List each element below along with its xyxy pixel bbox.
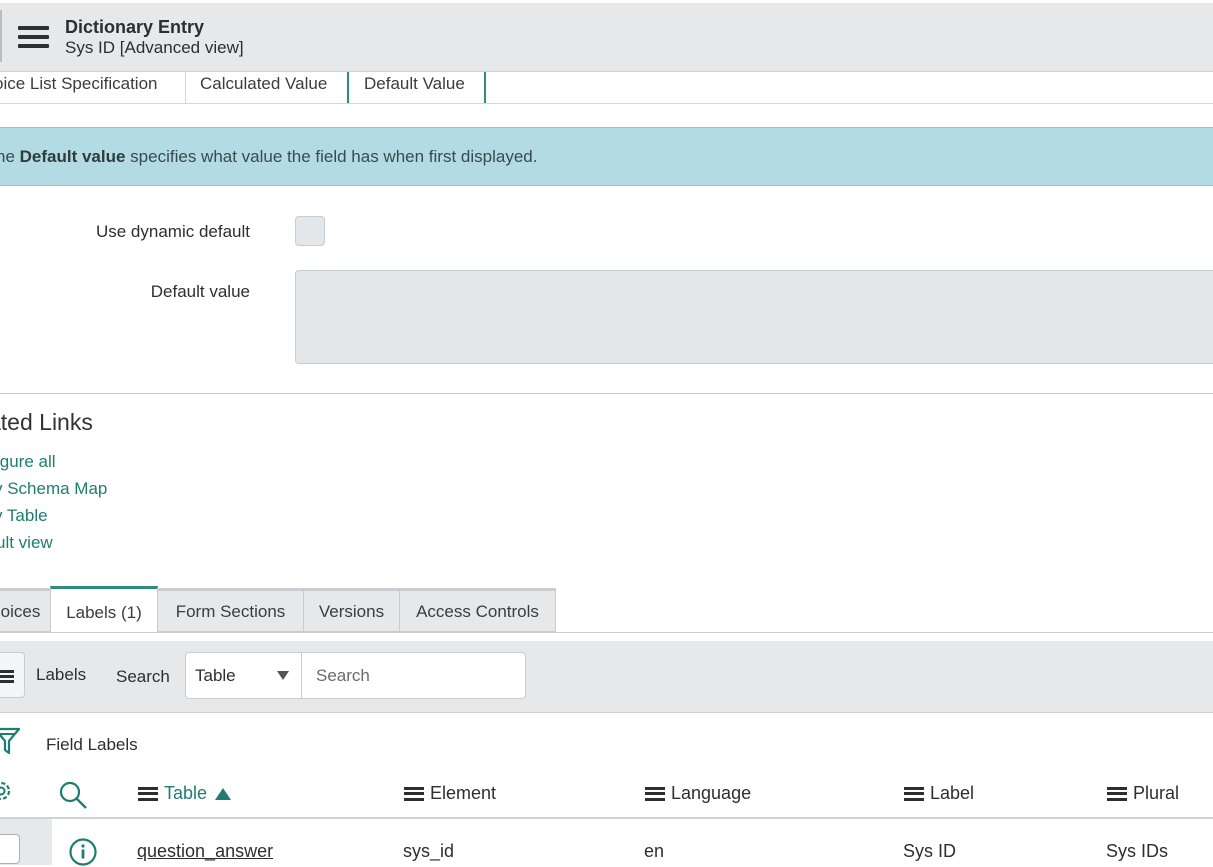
- info-icon[interactable]: [68, 837, 98, 867]
- cell-label: Sys ID: [903, 841, 957, 861]
- search-field-select[interactable]: Table: [185, 652, 302, 699]
- form-title: Dictionary Entry: [65, 17, 205, 37]
- search-icon[interactable]: [58, 780, 88, 810]
- related-links-title: ated Links: [0, 409, 93, 435]
- info-banner: he Default value specifies what value th…: [0, 127, 1213, 186]
- column-header-label: Label: [930, 783, 975, 803]
- use-dynamic-default-checkbox[interactable]: [295, 216, 325, 246]
- column-header-label: Language: [671, 783, 752, 803]
- default-value-label: Default value: [150, 282, 250, 301]
- list-toolbar: [0, 641, 1213, 713]
- related-list-tabs: oices Labels (1) Form Sections Versions …: [0, 586, 1213, 633]
- caret-down-icon: [277, 671, 289, 680]
- row-checkbox[interactable]: [0, 834, 20, 864]
- cell-element: sys_id: [403, 841, 455, 861]
- tab-versions[interactable]: Versions: [303, 588, 400, 632]
- column-header-label-col[interactable]: Label: [904, 783, 974, 804]
- search-field-value: Table: [195, 666, 236, 685]
- column-header-label: Plural: [1133, 783, 1180, 803]
- search-label: Search: [116, 667, 170, 686]
- form-subtitle: Sys ID [Advanced view]: [65, 38, 244, 57]
- column-header-label: Table: [164, 783, 208, 803]
- tab-form-sections[interactable]: Form Sections: [157, 588, 304, 632]
- cell-plural: Sys IDs: [1106, 841, 1169, 861]
- banner-text: he Default value specifies what value th…: [0, 147, 538, 166]
- tab-labels[interactable]: Labels (1): [50, 586, 158, 633]
- column-menu-icon[interactable]: [404, 786, 424, 801]
- tab-calculated-value[interactable]: Calculated Value: [186, 72, 349, 103]
- default-value-textarea[interactable]: [295, 270, 1213, 364]
- hamburger-menu-icon[interactable]: [18, 26, 50, 52]
- column-header-table[interactable]: Table: [138, 783, 232, 804]
- column-menu-icon[interactable]: [904, 786, 924, 801]
- tab-access-controls[interactable]: Access Controls: [399, 588, 556, 632]
- default-view-link[interactable]: ult view: [0, 533, 53, 553]
- column-menu-icon[interactable]: [645, 786, 665, 801]
- filter-funnel-icon[interactable]: [0, 726, 20, 756]
- list-title: Labels: [36, 665, 87, 684]
- list-menu-icon[interactable]: [0, 652, 25, 698]
- show-schema-map-link[interactable]: v Schema Map: [0, 479, 107, 499]
- column-header-element[interactable]: Element: [404, 783, 496, 804]
- column-header-language[interactable]: Language: [645, 783, 751, 804]
- filter-breadcrumb[interactable]: Field Labels: [46, 735, 138, 755]
- column-menu-icon[interactable]: [138, 786, 158, 801]
- use-dynamic-default-label: Use dynamic default: [95, 222, 250, 241]
- search-input[interactable]: [301, 652, 526, 699]
- tab-choices[interactable]: oices: [0, 588, 51, 632]
- tab-choice-list-specification[interactable]: oice List Specification: [0, 72, 186, 103]
- header-back-edge[interactable]: [0, 10, 2, 62]
- section-tabs: oice List Specification Calculated Value…: [0, 72, 1213, 104]
- column-header-plural[interactable]: Plural: [1107, 783, 1179, 804]
- column-header-label: Element: [430, 783, 497, 803]
- tabs-divider: [0, 632, 1213, 633]
- sort-ascending-icon: [215, 787, 232, 800]
- show-table-link[interactable]: v Table: [0, 506, 48, 526]
- gear-icon[interactable]: [0, 778, 14, 804]
- column-menu-icon[interactable]: [1107, 786, 1127, 801]
- cell-table[interactable]: question_answer: [137, 841, 273, 862]
- tab-default-value[interactable]: Default Value: [350, 72, 486, 103]
- cell-language: en: [644, 841, 665, 861]
- configure-all-link[interactable]: igure all: [0, 452, 56, 472]
- header-divider: [0, 817, 1213, 819]
- section-divider: [0, 393, 1213, 394]
